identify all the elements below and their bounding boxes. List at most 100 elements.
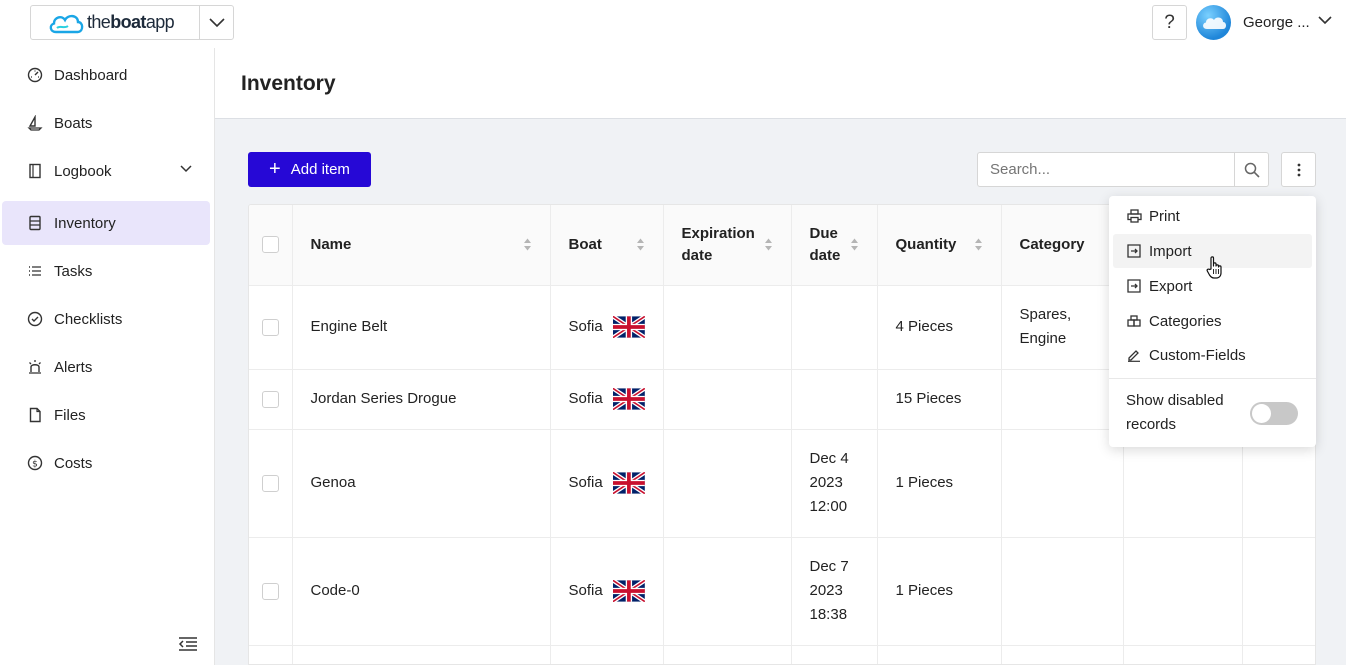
search-input[interactable] — [977, 152, 1235, 187]
cell-category — [1001, 429, 1124, 538]
sidebar-item-boats[interactable]: Boats — [2, 101, 210, 145]
sidebar-item-label: Boats — [54, 114, 93, 132]
sidebar-item-label: Dashboard — [54, 66, 128, 84]
cell-expiration-date — [663, 369, 792, 430]
export-icon — [1126, 278, 1142, 294]
gauge-icon — [26, 66, 44, 84]
check-circle-icon — [26, 310, 44, 328]
column-header-category[interactable]: Category — [1001, 205, 1124, 286]
table-row[interactable] — [249, 645, 1315, 664]
sidebar-item-inventory[interactable]: Inventory — [2, 201, 210, 245]
uk-flag-icon — [612, 388, 645, 410]
brand-dropdown-toggle[interactable] — [199, 6, 233, 39]
sailboat-icon — [26, 114, 44, 132]
menu-item-custom-fields[interactable]: Custom-Fields — [1113, 338, 1312, 372]
import-icon — [1126, 243, 1142, 259]
uk-flag-icon — [612, 316, 645, 338]
cell-boat: Sofia — [550, 285, 664, 370]
cell-category — [1001, 537, 1124, 646]
sidebar-item-logbook[interactable]: Logbook — [2, 149, 210, 193]
row-checkbox[interactable] — [261, 582, 279, 600]
book-icon — [26, 162, 44, 180]
cloud-logo-icon — [49, 14, 84, 33]
pencil-icon — [1126, 347, 1142, 363]
brand-logo[interactable]: theboatapp — [31, 6, 199, 39]
menu-divider — [1109, 378, 1316, 379]
menu-item-print[interactable]: Print — [1113, 199, 1312, 233]
more-options-button[interactable] — [1281, 152, 1316, 187]
cell-due-date: Dec 7 2023 18:38 — [791, 537, 878, 646]
table-row[interactable]: Code-0 Sofia Dec 7 2023 18:38 1 Pieces — [249, 537, 1315, 646]
column-header-boat[interactable]: Boat — [550, 205, 664, 286]
sidebar-item-alerts[interactable]: Alerts — [2, 345, 210, 389]
column-header-due-date[interactable]: Due date — [791, 205, 878, 286]
row-select-cell — [249, 537, 293, 646]
cell-boat: Sofia — [550, 369, 664, 430]
cell-boat: Sofia — [550, 537, 664, 646]
file-icon — [26, 406, 44, 424]
row-select-cell — [249, 285, 293, 370]
sidebar-item-checklists[interactable]: Checklists — [2, 297, 210, 341]
collapse-sidebar-icon[interactable] — [178, 636, 198, 652]
search-button[interactable] — [1234, 152, 1269, 187]
cell-name: Genoa — [292, 429, 551, 538]
row-checkbox[interactable] — [261, 390, 279, 408]
svg-text:$: $ — [32, 460, 38, 470]
categories-icon — [1126, 313, 1142, 329]
column-header-quantity[interactable]: Quantity — [877, 205, 1002, 286]
chevron-down-icon[interactable] — [1318, 16, 1332, 25]
chevron-down-icon — [208, 17, 225, 27]
cell-quantity: 1 Pieces — [877, 537, 1002, 646]
list-icon — [26, 214, 44, 232]
user-name[interactable]: George ... — [1243, 14, 1310, 31]
cell-due-date — [791, 369, 878, 430]
options-menu: Print Import Export Categories Custom-Fi… — [1109, 196, 1316, 447]
cell-category — [1001, 369, 1124, 430]
avatar[interactable] — [1196, 5, 1231, 40]
row-select-cell — [249, 645, 293, 664]
show-disabled-toggle[interactable] — [1250, 402, 1298, 425]
brand-switcher[interactable]: theboatapp — [30, 5, 234, 40]
plus-icon: + — [269, 157, 281, 180]
sidebar-item-label: Tasks — [54, 262, 93, 280]
hand-cursor-icon — [1206, 256, 1222, 279]
row-select-cell — [249, 369, 293, 430]
sort-icon — [523, 238, 531, 251]
cell-extra — [1242, 537, 1315, 646]
sort-icon — [974, 238, 982, 251]
cell-quantity: 1 Pieces — [877, 429, 1002, 538]
menu-item-categories[interactable]: Categories — [1113, 304, 1312, 338]
add-item-button[interactable]: + Add item — [248, 152, 371, 187]
page-header: Inventory — [215, 48, 1346, 119]
sidebar-item-files[interactable]: Files — [2, 393, 210, 437]
cell-name: Jordan Series Drogue — [292, 369, 551, 430]
cell-boat: Sofia — [550, 429, 664, 538]
cell-expiration-date — [663, 537, 792, 646]
cell-quantity: 15 Pieces — [877, 369, 1002, 430]
printer-icon — [1126, 208, 1142, 224]
siren-icon — [26, 358, 44, 376]
sidebar-item-costs[interactable]: $ Costs — [2, 441, 210, 485]
dollar-circle-icon: $ — [26, 454, 44, 472]
sidebar-item-dashboard[interactable]: Dashboard — [2, 53, 210, 97]
row-checkbox[interactable] — [261, 474, 279, 492]
brand-name: theboatapp — [87, 12, 175, 32]
select-all-checkbox[interactable] — [261, 236, 279, 254]
sidebar-item-label: Costs — [54, 454, 93, 472]
top-bar: theboatapp ? George ... — [0, 0, 1346, 48]
sidebar-item-tasks[interactable]: Tasks — [2, 249, 210, 293]
cloud-icon — [1202, 17, 1226, 29]
toggle-knob — [1252, 404, 1271, 423]
sidebar: Dashboard Boats Logbook Inventory Tasks … — [0, 48, 215, 665]
column-header-name[interactable]: Name — [292, 205, 551, 286]
column-header-expiration-date[interactable]: Expiration date — [663, 205, 792, 286]
sidebar-item-label: Inventory — [54, 214, 116, 232]
row-select-cell — [249, 429, 293, 538]
cell-category: Spares, Engine — [1001, 285, 1124, 370]
cell-extra — [1123, 537, 1243, 646]
page-title: Inventory — [241, 72, 336, 95]
row-checkbox[interactable] — [261, 318, 279, 336]
help-button[interactable]: ? — [1152, 5, 1187, 40]
show-disabled-label: Show disabled records — [1126, 392, 1224, 433]
vertical-dots-icon — [1297, 163, 1300, 176]
